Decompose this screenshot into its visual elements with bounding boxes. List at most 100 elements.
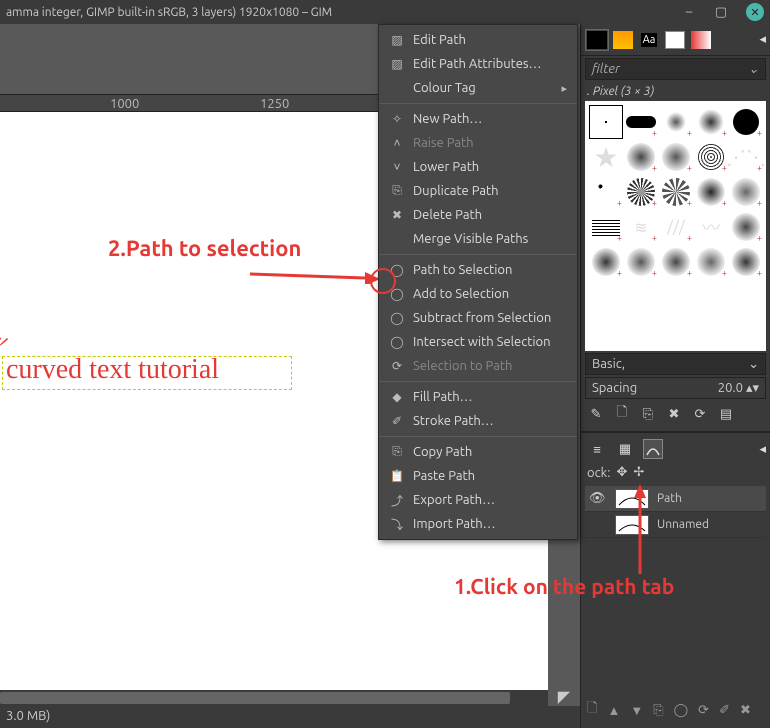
tab-history[interactable]: [663, 29, 687, 51]
menu-stroke-path[interactable]: ✐Stroke Path…: [379, 409, 577, 433]
menu-add-to-selection[interactable]: ◯Add to Selection: [379, 282, 577, 306]
brush-soft-small[interactable]: +: [659, 105, 693, 139]
tab-patterns[interactable]: [611, 29, 635, 51]
new-path-button[interactable]: 🗋: [587, 699, 597, 721]
brush-hardness-100[interactable]: +: [624, 105, 658, 139]
tab-paths[interactable]: [643, 439, 663, 459]
menu-selection-to-path: ⟳Selection to Path: [379, 354, 577, 378]
menu-subtract-from-selection[interactable]: ◯Subtract from Selection: [379, 306, 577, 330]
menu-colour-tag[interactable]: Colour Tag▸: [379, 76, 577, 100]
visibility-icon[interactable]: 👁: [589, 491, 607, 506]
tab-brushes[interactable]: [585, 29, 609, 51]
brush-item[interactable]: +: [659, 245, 693, 279]
ruler-tick: 1000: [110, 97, 139, 111]
status-text: 3.0 MB): [6, 709, 50, 723]
lower-path-button[interactable]: ▼: [630, 703, 643, 718]
brush-filter-input[interactable]: filter ⌄: [585, 58, 766, 80]
nav-arrow-icon[interactable]: ◤: [558, 687, 570, 706]
tab-gradients[interactable]: [689, 29, 713, 51]
brush-hatch[interactable]: +: [589, 210, 623, 244]
menu-lower-path[interactable]: ˅Lower Path: [379, 155, 577, 179]
stepper-icon[interactable]: ▴▾: [746, 381, 759, 395]
menu-export-path[interactable]: ⤴Export Path…: [379, 488, 577, 512]
brush-lines[interactable]: ///+: [659, 210, 693, 244]
tab-layers[interactable]: ≡: [587, 439, 607, 459]
brush-item[interactable]: +: [589, 245, 623, 279]
brush-scribble[interactable]: 〰: [694, 210, 728, 244]
minimize-button[interactable]: –: [682, 5, 696, 19]
brush-splat[interactable]: +: [694, 175, 728, 209]
brush-star[interactable]: ★: [589, 140, 623, 174]
maximize-button[interactable]: ▢: [714, 5, 728, 19]
sel-to-path-button[interactable]: ⟳: [698, 703, 709, 718]
lock-position-icon[interactable]: ✥: [616, 465, 627, 480]
duplicate-brush-button[interactable]: ⎘: [639, 405, 657, 423]
dock-menu-icon[interactable]: ◂: [759, 442, 766, 457]
stroke-path-button[interactable]: ✐: [719, 703, 730, 718]
brush-grass[interactable]: ≋+: [624, 210, 658, 244]
new-brush-button[interactable]: 🗋: [613, 405, 631, 423]
delete-path-button[interactable]: ✖: [740, 703, 751, 718]
menu-separator: [379, 103, 577, 104]
panel-separator: [581, 431, 770, 433]
menu-intersect-with-selection[interactable]: ◯Intersect with Selection: [379, 330, 577, 354]
duplicate-path-button[interactable]: ⎘: [653, 703, 663, 718]
edit-brush-button[interactable]: ✎: [587, 405, 605, 423]
brush-item[interactable]: +: [624, 245, 658, 279]
import-icon: ⤵: [389, 516, 405, 532]
path-item[interactable]: 👁 Path: [585, 486, 766, 512]
menu-duplicate-path[interactable]: ⎘Duplicate Path: [379, 179, 577, 203]
delete-brush-button[interactable]: ✖: [665, 405, 683, 423]
open-brush-button[interactable]: ▤: [717, 405, 735, 423]
lock-move-icon[interactable]: ✢: [633, 465, 644, 480]
brush-item[interactable]: +: [729, 245, 763, 279]
brush-spray[interactable]: ⋰⋱+: [729, 140, 763, 174]
menu-merge-visible-paths[interactable]: Merge Visible Paths: [379, 227, 577, 251]
window-titlebar: amma integer, GIMP built-in sRGB, 3 laye…: [0, 0, 770, 24]
tab-channels[interactable]: ▦: [615, 439, 635, 459]
brush-texture1[interactable]: +: [694, 140, 728, 174]
brush-hard-round[interactable]: +: [729, 105, 763, 139]
menu-edit-path-attributes[interactable]: ▨Edit Path Attributes…: [379, 52, 577, 76]
brush-tags-dropdown[interactable]: Basic, ⌄: [585, 353, 766, 375]
scrollbar-thumb[interactable]: [0, 692, 510, 704]
dock-menu-icon[interactable]: ◂: [759, 32, 766, 47]
menu-edit-path[interactable]: ▨Edit Path: [379, 28, 577, 52]
path-item[interactable]: Unnamed: [585, 512, 766, 538]
brush-dots1[interactable]: +: [589, 175, 623, 209]
brush-texture2[interactable]: +: [729, 210, 763, 244]
brush-item[interactable]: +: [694, 245, 728, 279]
canvas-text[interactable]: curved text tutorial: [6, 354, 219, 386]
menu-paste-path[interactable]: 📋Paste Path: [379, 464, 577, 488]
refresh-brush-button[interactable]: ⟳: [691, 405, 709, 423]
brush-dots3[interactable]: +: [659, 175, 693, 209]
menu-copy-path[interactable]: ⎘Copy Path: [379, 440, 577, 464]
tab-fonts[interactable]: Aa: [637, 29, 661, 51]
brush-smudge1[interactable]: +: [624, 140, 658, 174]
scrollbar-horizontal[interactable]: [0, 690, 548, 706]
menu-separator: [379, 381, 577, 382]
brush-pixel[interactable]: [589, 105, 623, 139]
menu-import-path[interactable]: ⤵Import Path…: [379, 512, 577, 536]
path-to-sel-button[interactable]: ◯: [674, 703, 689, 718]
raise-path-button[interactable]: ▲: [607, 703, 620, 718]
menu-delete-path[interactable]: ✖Delete Path: [379, 203, 577, 227]
brush-dots2[interactable]: +: [624, 175, 658, 209]
window-controls: – ▢ ✕: [682, 3, 764, 21]
menu-fill-path[interactable]: ◆Fill Path…: [379, 385, 577, 409]
status-bar: 3.0 MB): [0, 706, 580, 728]
lock-row: ock: ✥ ✢: [581, 463, 770, 482]
menu-new-path[interactable]: ✧New Path…: [379, 107, 577, 131]
raise-icon: ˄: [389, 135, 405, 151]
paths-list: 👁 Path Unnamed: [581, 482, 770, 542]
brush-smudge2[interactable]: +: [659, 140, 693, 174]
brush-grid[interactable]: + + + + ★ + + + ⋰⋱+ + + + + + + ≋+ ///+ …: [585, 101, 766, 351]
lower-icon: ˅: [389, 159, 405, 175]
annotation-step2: 2.Path to selection: [108, 236, 301, 261]
brush-soft-med[interactable]: +: [694, 105, 728, 139]
menu-raise-path: ˄Raise Path: [379, 131, 577, 155]
menu-path-to-selection[interactable]: ◯Path to Selection: [379, 258, 577, 282]
brush-spacing-slider[interactable]: Spacing 20.0 ▴▾: [585, 377, 766, 399]
brush-noise[interactable]: +: [729, 175, 763, 209]
close-button[interactable]: ✕: [746, 3, 764, 21]
